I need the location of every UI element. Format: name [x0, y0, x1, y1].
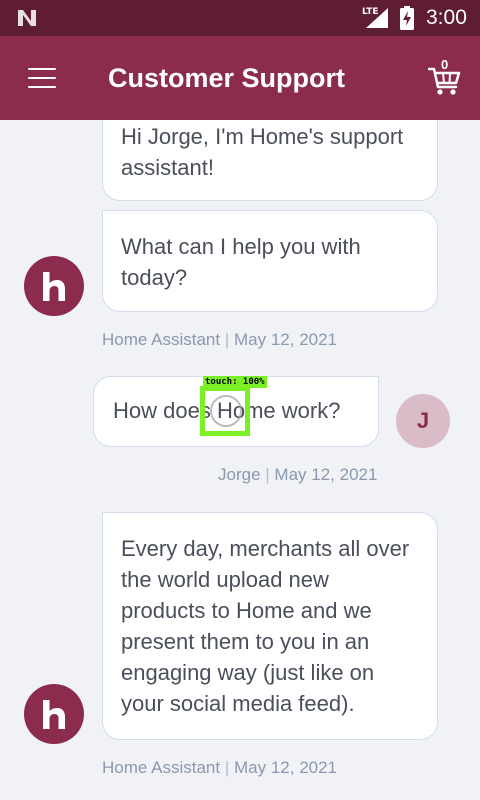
bot-message-bubble: What can I help you with today?	[102, 210, 438, 312]
message-meta: Home Assistant | May 12, 2021	[102, 758, 337, 778]
home-h-logo-icon	[43, 700, 65, 729]
battery-charging-icon	[400, 6, 414, 30]
status-time: 3:00	[426, 6, 467, 29]
message-date: May 12, 2021	[274, 465, 378, 484]
chat-thread[interactable]: Hi Jorge, I'm Home's support assistant! …	[0, 120, 480, 800]
touch-indicator: touch: 100%	[200, 376, 270, 436]
message-date: May 12, 2021	[234, 330, 338, 349]
n-logo-icon	[18, 10, 36, 26]
message-date: May 12, 2021	[234, 758, 338, 777]
touch-box	[200, 386, 250, 436]
page-title: Customer Support	[108, 63, 346, 93]
sender-name: Home Assistant	[102, 330, 221, 349]
sender-name: Jorge	[218, 465, 261, 484]
user-avatar: J	[396, 394, 450, 448]
touch-label: touch: 100%	[203, 376, 267, 388]
meta-separator: |	[224, 330, 230, 349]
bot-message-bubble: Hi Jorge, I'm Home's support assistant!	[102, 120, 438, 201]
app-bar: Customer Support 0	[0, 36, 480, 120]
sender-name: Home Assistant	[102, 758, 221, 777]
home-h-logo-icon	[43, 272, 65, 301]
menu-button[interactable]	[28, 68, 56, 88]
message-meta: Home Assistant | May 12, 2021	[102, 330, 337, 350]
bot-message-bubble: Every day, merchants all over the world …	[102, 512, 438, 740]
status-bar: LTE 3:00	[0, 0, 480, 36]
message-meta: Jorge | May 12, 2021	[218, 465, 377, 485]
bot-avatar	[24, 684, 84, 744]
signal-icon	[366, 8, 388, 28]
meta-separator: |	[224, 758, 230, 777]
bot-avatar	[24, 256, 84, 316]
meta-separator: |	[265, 465, 270, 484]
cart-count-badge: 0	[441, 57, 449, 72]
menu-icon	[28, 68, 56, 70]
